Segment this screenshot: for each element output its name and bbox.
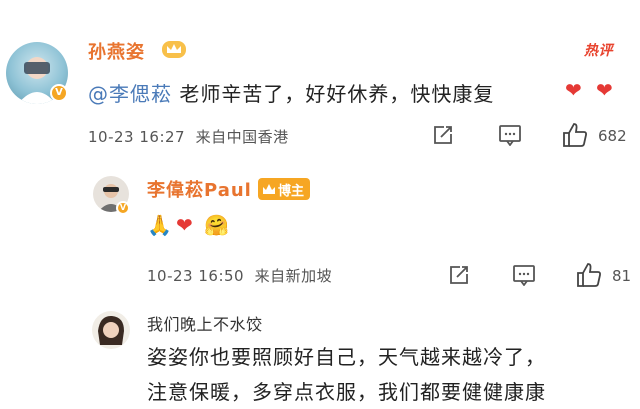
vip-crown-icon [161, 38, 187, 60]
reply-username[interactable]: 李偉菘Paul [147, 176, 252, 202]
avatar-image [98, 315, 124, 345]
share-button[interactable] [431, 123, 455, 147]
hot-comment-badge: 热评 [584, 43, 613, 59]
comment-body: @李偲菘 老师辛苦了，好好休养，快快康复 [88, 78, 494, 107]
share-button[interactable] [447, 263, 471, 287]
avatar[interactable] [92, 311, 130, 349]
share-icon [434, 126, 452, 144]
comment-username[interactable]: 我们晚上不水饺 [147, 311, 263, 335]
heart-emoji: ❤ [176, 213, 193, 237]
like-button[interactable] [574, 260, 604, 290]
like-count: 682 [598, 127, 627, 145]
verified-badge-icon: V [116, 201, 130, 215]
folded-hands-emoji: 🙏 [147, 213, 172, 237]
share-icon [450, 266, 468, 284]
mention-link[interactable]: @李偲菘 [88, 82, 172, 106]
comment-text: 老师辛苦了，好好休养，快快康复 [172, 82, 495, 106]
like-button[interactable] [560, 120, 590, 150]
comment-icon [513, 265, 535, 286]
location: 来自新加坡 [254, 267, 333, 285]
hugging-face-emoji: 🤗 [204, 213, 229, 237]
like-count: 81 [612, 267, 632, 285]
comment-button[interactable] [497, 123, 523, 147]
comment-text: 注意保暖，多穿点衣服，我们都要健健康康 [147, 380, 546, 404]
heart-emoji: ❤ [596, 78, 613, 102]
author-badge: 博主 [258, 178, 311, 200]
thumbs-up-icon [577, 263, 601, 287]
location: 来自中国香港 [195, 128, 289, 146]
comment-text: 姿姿你也要照顾好自己，天气越来越冷了， [147, 345, 546, 369]
comment-username[interactable]: 孙燕姿 [88, 38, 145, 64]
verified-badge-icon: V [50, 84, 68, 102]
thumbs-up-icon [563, 123, 587, 147]
comment-button[interactable] [511, 263, 537, 287]
crown-icon [263, 184, 275, 194]
timestamp: 10-23 16:50 来自新加坡 [147, 267, 333, 285]
comment-icon [499, 125, 521, 146]
heart-emoji: ❤ [565, 78, 582, 102]
timestamp: 10-23 16:27 来自中国香港 [88, 128, 289, 146]
